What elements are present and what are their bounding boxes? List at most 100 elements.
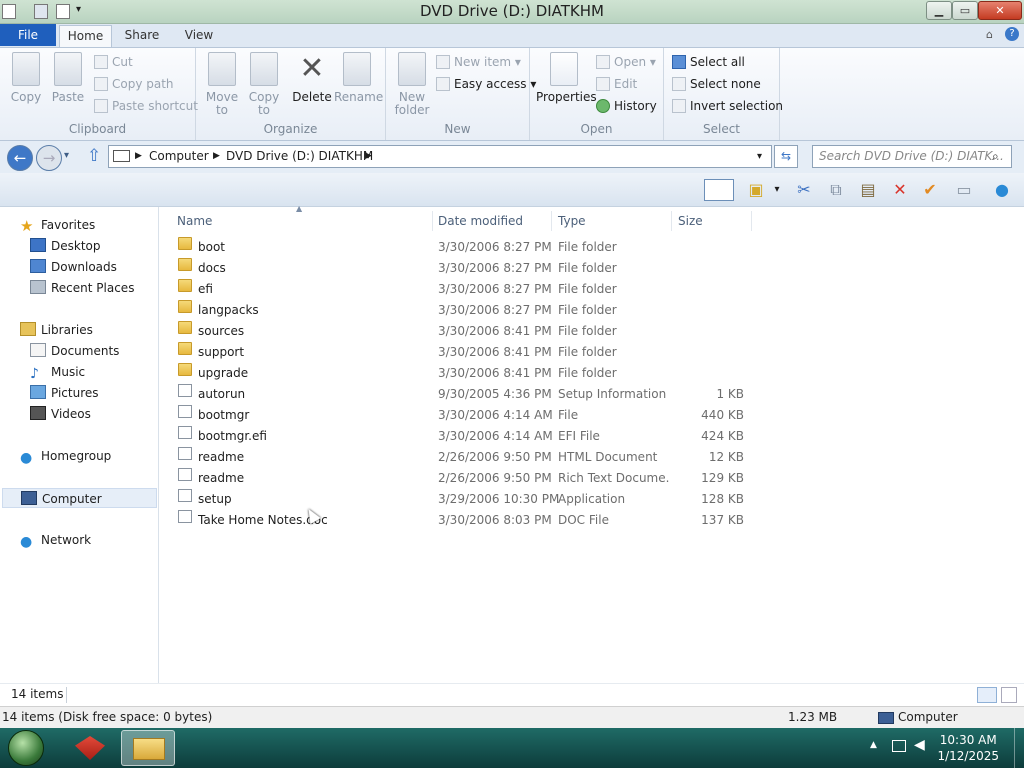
show-hidden-icons-icon[interactable]: ▲ [870,740,877,750]
select-all-button[interactable]: Select all [672,53,745,71]
select-none-button[interactable]: Select none [672,75,761,93]
file-name[interactable]: support [198,342,244,363]
file-row[interactable]: bootmgr 3/30/2006 4:14 AM File 440 KB [160,405,1024,426]
taskbar-app[interactable] [63,730,117,766]
details-view-icon[interactable] [977,687,997,703]
refresh-button[interactable]: ⇆ [774,145,798,168]
nav-recent-places[interactable]: Recent Places [30,278,134,298]
column-header-name[interactable]: Name [171,211,433,231]
nav-homegroup[interactable]: ● Homegroup [20,446,111,466]
file-name[interactable]: readme [198,447,244,468]
start-button[interactable] [8,730,44,766]
folder-options-icon[interactable]: ▣ [744,179,768,201]
history-button[interactable]: History [596,97,657,115]
invert-selection-button[interactable]: Invert selection [672,97,783,115]
address-dropdown-icon[interactable]: ▾ [757,146,762,167]
nav-downloads[interactable]: Downloads [30,257,117,277]
show-desktop-button[interactable] [1014,728,1024,768]
file-name[interactable]: bootmgr.efi [198,426,267,447]
file-row[interactable]: efi 3/30/2006 8:27 PM File folder [160,279,1024,300]
file-row[interactable]: support 3/30/2006 8:41 PM File folder [160,342,1024,363]
file-row[interactable]: Take Home Notes.doc 3/30/2006 8:03 PM DOC … [160,510,1024,531]
rename-button[interactable]: Rename [334,52,383,104]
address-bar[interactable]: ▶ Computer ▶ DVD Drive (D:) DIATKHM ▶ ▾ [108,145,772,168]
easy-access-button[interactable]: Easy access ▾ [436,75,536,93]
taskbar-file-explorer[interactable] [121,730,175,766]
file-name[interactable]: bootmgr [198,405,249,426]
minimize-button[interactable]: ▁ [926,1,952,20]
file-name[interactable]: setup [198,489,232,510]
breadcrumb-computer[interactable]: Computer [149,146,209,167]
tab-view[interactable]: View [178,25,220,47]
new-item-button[interactable]: New item ▾ [436,53,521,71]
globe-icon[interactable]: ● [990,179,1014,201]
file-name[interactable]: efi [198,279,213,300]
file-row[interactable]: setup 3/29/2006 10:30 PM Application 128 KB [160,489,1024,510]
copy-button[interactable]: Copy [6,52,46,104]
column-header-date[interactable]: Date modified [432,211,552,231]
nav-favorites[interactable]: ★ Favorites [20,215,95,235]
breadcrumb-chevron-icon[interactable]: ▶ [135,146,142,167]
help-icon[interactable]: ? [1005,27,1019,41]
nav-videos[interactable]: Videos [30,404,91,424]
up-arrow-icon[interactable]: ⇧ [87,146,101,166]
nav-computer[interactable]: Computer [2,488,157,508]
copy-path-button[interactable]: Copy path [94,75,174,93]
file-name[interactable]: boot [198,237,225,258]
tab-share[interactable]: Share [120,25,164,47]
search-icon[interactable]: ⌕ [992,149,999,164]
forward-button[interactable]: → [36,145,62,171]
volume-icon[interactable]: ◀ [914,737,925,753]
rename-check-icon[interactable]: ✔ [918,179,942,201]
file-row[interactable]: bootmgr.efi 3/30/2006 4:14 AM EFI File 424 … [160,426,1024,447]
nav-music[interactable]: ♪ Music [30,362,85,382]
clock[interactable]: 10:30 AM 1/12/2025 [937,732,999,764]
file-name[interactable]: sources [198,321,244,342]
file-row[interactable]: docs 3/30/2006 8:27 PM File folder [160,258,1024,279]
nav-desktop[interactable]: Desktop [30,236,101,256]
large-icons-view-icon[interactable] [1001,687,1017,703]
move-to-button[interactable]: Move to [202,52,242,117]
edit-button[interactable]: Edit [596,75,637,93]
paste-shortcut-button[interactable]: Paste shortcut [94,97,198,115]
properties-icon[interactable]: ▭ [952,179,976,201]
maximize-button[interactable]: ▭ [952,1,978,20]
copy-icon[interactable]: ⧉ [824,179,848,201]
close-button[interactable]: ✕ [978,1,1022,20]
file-name[interactable]: readme [198,468,244,489]
properties-button[interactable]: Properties [536,52,597,104]
delete-button[interactable]: ✕ Delete [290,52,334,104]
file-row[interactable]: langpacks 3/30/2006 8:27 PM File folder [160,300,1024,321]
options-dropdown-icon[interactable]: ▾ [770,179,784,201]
file-row[interactable]: autorun 9/30/2005 4:36 PM Setup Informatio… [160,384,1024,405]
cut-icon[interactable]: ✂ [792,179,816,201]
nav-documents[interactable]: Documents [30,341,119,361]
cut-button[interactable]: Cut [94,53,133,71]
file-row[interactable]: readme 2/26/2006 9:50 PM Rich Text Docume.… [160,468,1024,489]
file-name[interactable]: docs [198,258,226,279]
breadcrumb-chevron-icon[interactable]: ▶ [213,146,220,167]
nav-network[interactable]: ● Network [20,530,91,550]
back-button[interactable]: ← [7,145,33,171]
collapse-ribbon-icon[interactable]: ⌂ [986,28,993,41]
paste-button[interactable]: Paste [48,52,88,104]
delete-icon[interactable]: ✕ [888,179,912,201]
recent-locations-icon[interactable]: ▾ [64,150,69,161]
file-row[interactable]: boot 3/30/2006 8:27 PM File folder [160,237,1024,258]
file-row[interactable]: readme 2/26/2006 9:50 PM HTML Document 12 K… [160,447,1024,468]
preview-pane-icon[interactable] [704,179,734,201]
nav-libraries[interactable]: Libraries [20,320,93,340]
file-row[interactable]: sources 3/30/2006 8:41 PM File folder [160,321,1024,342]
network-tray-icon[interactable] [892,740,906,752]
new-folder-button[interactable]: New folder [392,52,432,117]
file-row[interactable]: upgrade 3/30/2006 8:41 PM File folder [160,363,1024,384]
file-name[interactable]: langpacks [198,300,259,321]
file-name[interactable]: upgrade [198,363,248,384]
tab-home[interactable]: Home [59,25,112,47]
nav-pictures[interactable]: Pictures [30,383,99,403]
copy-to-button[interactable]: Copy to [244,52,284,117]
paste-icon[interactable]: ▤ [856,179,880,201]
open-button[interactable]: Open ▾ [596,53,656,71]
breadcrumb-dvd-drive[interactable]: DVD Drive (D:) DIATKHM [226,146,373,167]
tab-file[interactable]: File [0,24,56,46]
